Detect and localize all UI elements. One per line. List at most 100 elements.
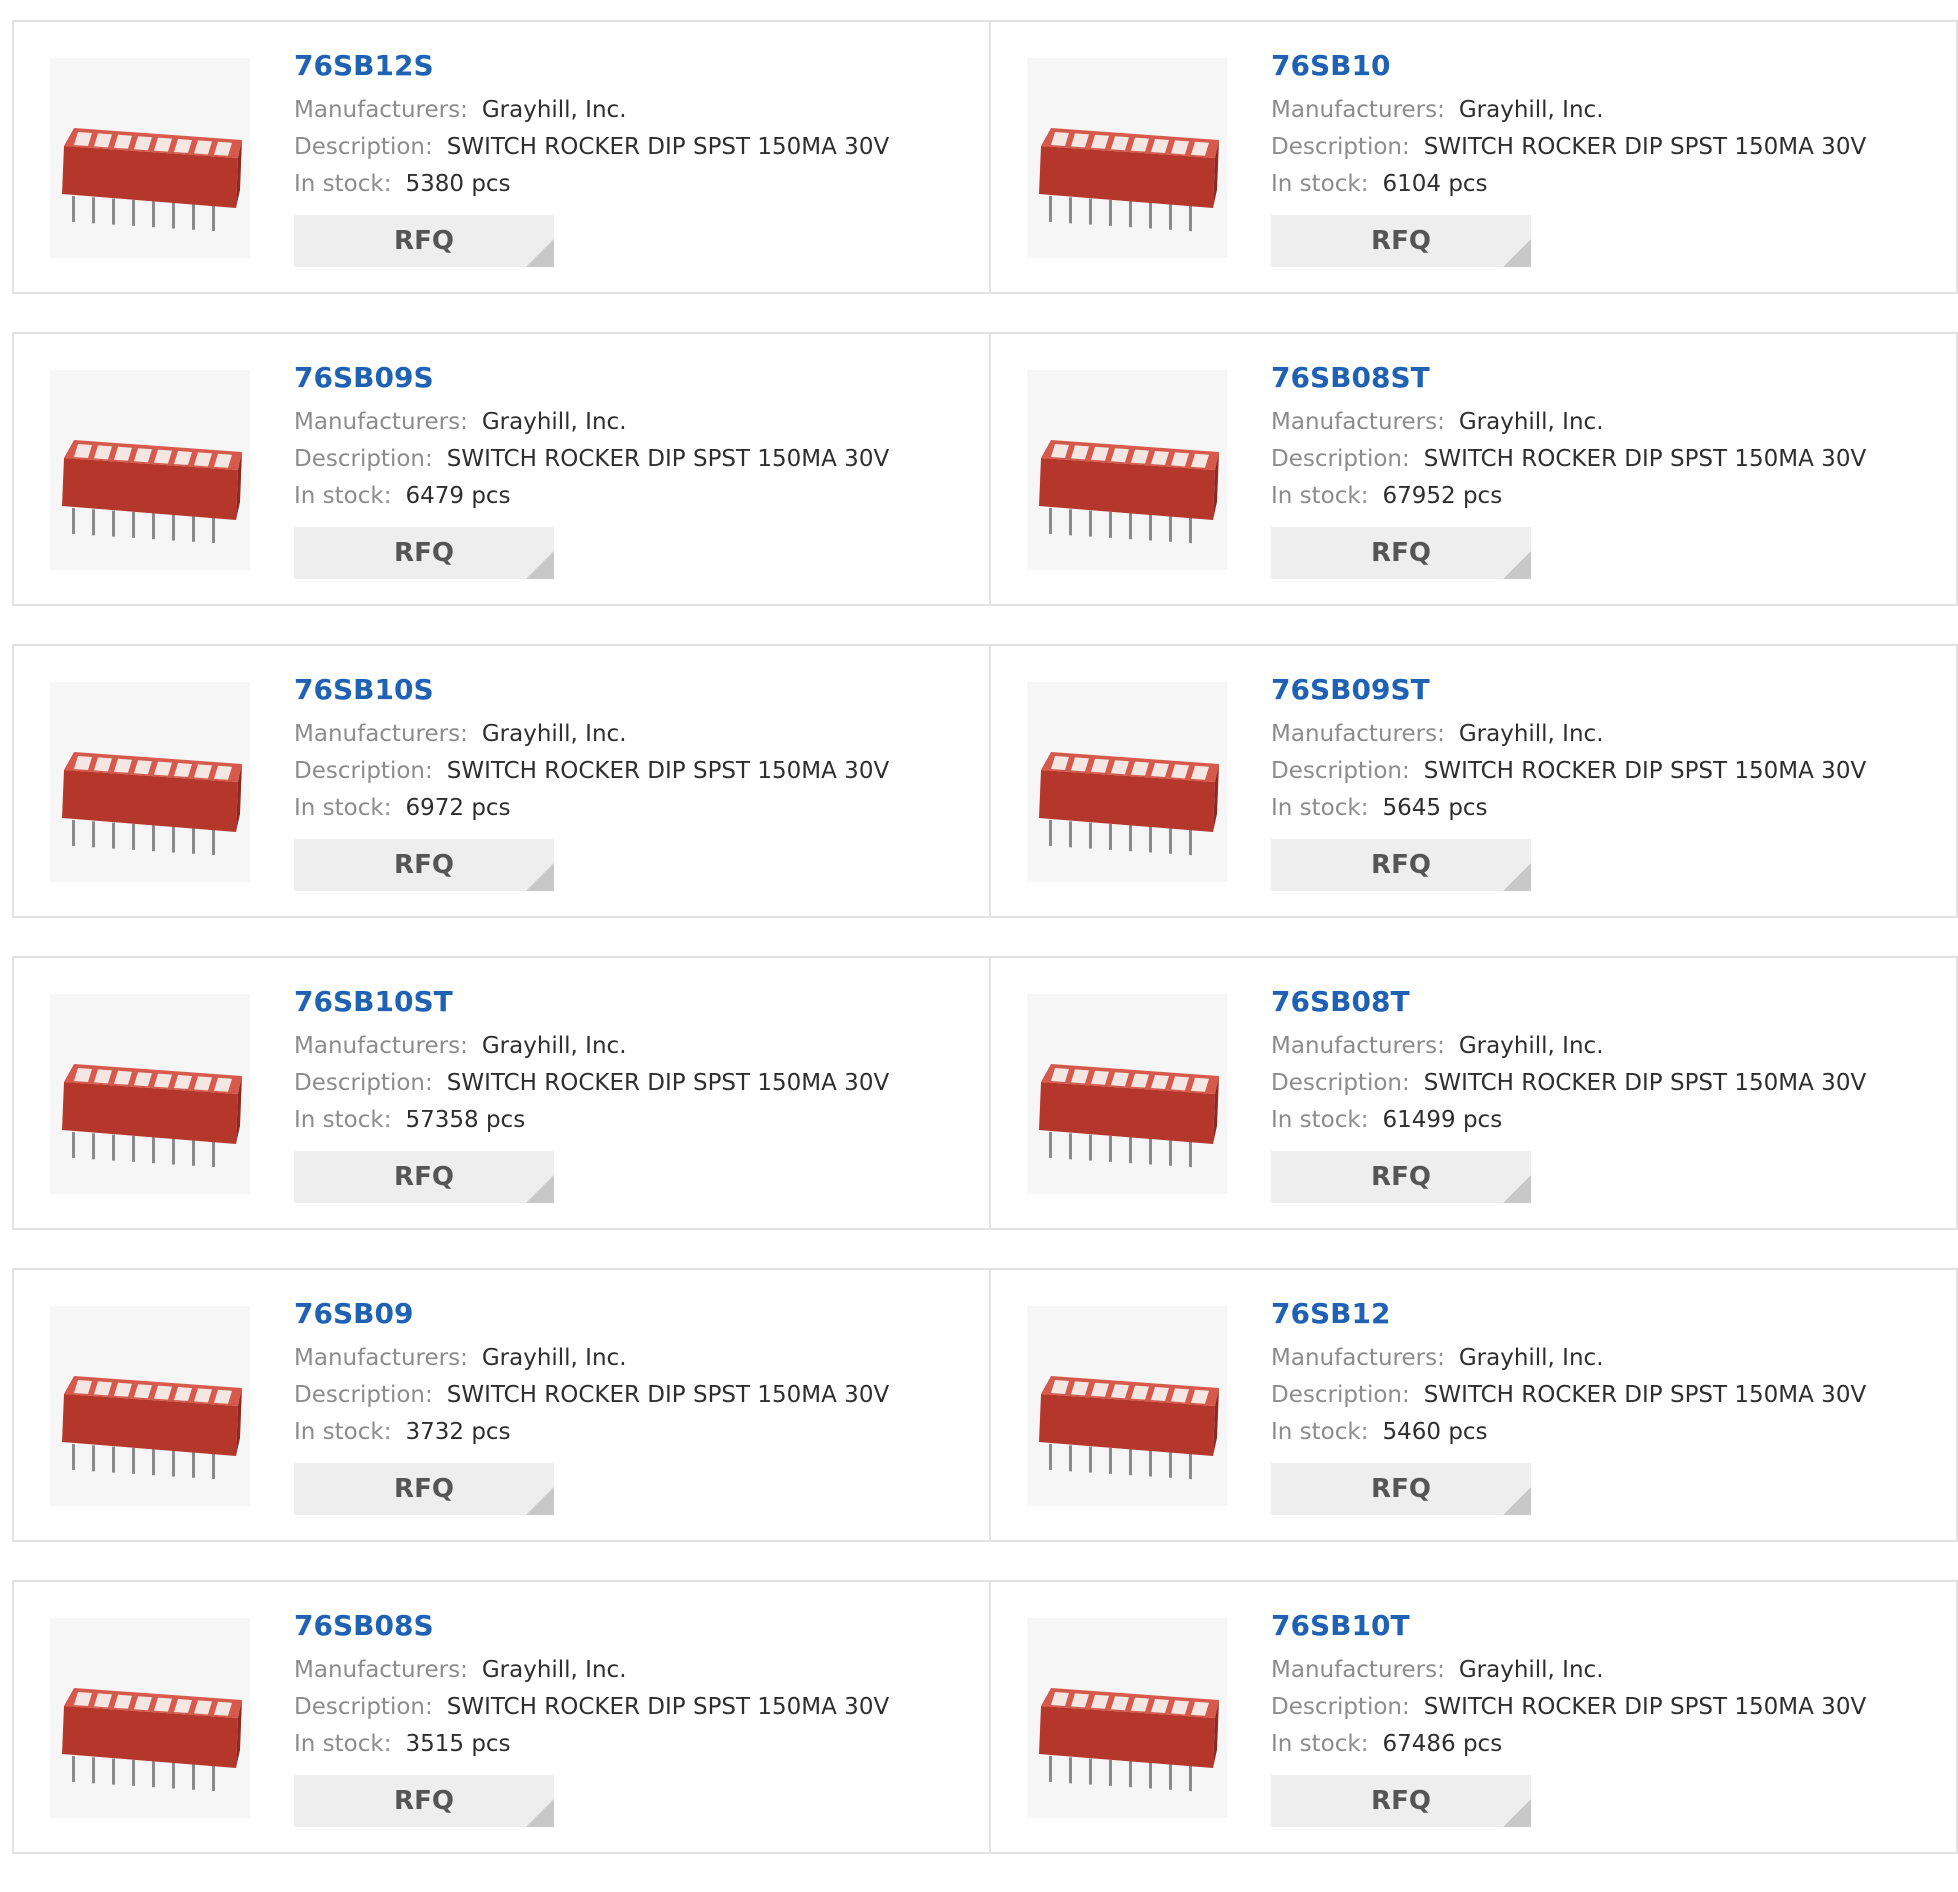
part-number-link[interactable]: 76SB08ST <box>1271 362 1866 394</box>
description-label: Description: <box>1271 1694 1410 1720</box>
stock-line: In stock: 67952 pcs <box>1271 478 1866 515</box>
description-line: Description: SWITCH ROCKER DIP SPST 150MA… <box>1271 441 1866 478</box>
part-number-link[interactable]: 76SB10S <box>294 674 889 706</box>
part-number-link[interactable]: 76SB08T <box>1271 986 1866 1018</box>
description-label: Description: <box>294 1070 433 1096</box>
manufacturer-value: Grayhill, Inc. <box>1458 409 1604 435</box>
part-number-link[interactable]: 76SB10T <box>1271 1610 1866 1642</box>
stock-value: 5380 pcs <box>405 171 511 197</box>
description-line: Description: SWITCH ROCKER DIP SPST 150MA… <box>1271 1377 1866 1414</box>
rfq-button[interactable]: RFQ <box>294 527 554 579</box>
manufacturer-value: Grayhill, Inc. <box>481 721 627 747</box>
description-value: SWITCH ROCKER DIP SPST 150MA 30V <box>446 134 890 160</box>
product-image[interactable] <box>50 1306 250 1506</box>
stock-value: 3515 pcs <box>405 1731 511 1757</box>
rfq-label: RFQ <box>394 1786 454 1816</box>
part-number-link[interactable]: 76SB08S <box>294 1610 889 1642</box>
manufacturer-line: Manufacturers: Grayhill, Inc. <box>1271 1028 1866 1065</box>
description-line: Description: SWITCH ROCKER DIP SPST 150MA… <box>294 129 889 166</box>
rfq-label: RFQ <box>1371 226 1431 256</box>
rfq-button[interactable]: RFQ <box>1271 215 1531 267</box>
manufacturers-label: Manufacturers: <box>1271 1345 1445 1371</box>
stock-line: In stock: 5460 pcs <box>1271 1414 1866 1451</box>
part-number-link[interactable]: 76SB10ST <box>294 986 889 1018</box>
rfq-label: RFQ <box>1371 538 1431 568</box>
product-row: 76SB09S Manufacturers: Grayhill, Inc. Des… <box>12 332 1958 606</box>
dip-switch-icon <box>62 1688 242 1792</box>
in-stock-label: In stock: <box>294 171 392 197</box>
rfq-button[interactable]: RFQ <box>294 839 554 891</box>
manufacturers-label: Manufacturers: <box>294 97 468 123</box>
manufacturer-value: Grayhill, Inc. <box>481 97 627 123</box>
rfq-button[interactable]: RFQ <box>1271 1775 1531 1827</box>
product-image[interactable] <box>50 682 250 882</box>
product-info: 76SB09ST Manufacturers: Grayhill, Inc. De… <box>1271 674 1866 891</box>
rfq-button[interactable]: RFQ <box>1271 1463 1531 1515</box>
rfq-button[interactable]: RFQ <box>1271 1151 1531 1203</box>
description-line: Description: SWITCH ROCKER DIP SPST 150MA… <box>294 1689 889 1726</box>
stock-line: In stock: 67486 pcs <box>1271 1726 1866 1763</box>
description-label: Description: <box>1271 1382 1410 1408</box>
rfq-button[interactable]: RFQ <box>1271 839 1531 891</box>
in-stock-label: In stock: <box>1271 171 1369 197</box>
stock-line: In stock: 5645 pcs <box>1271 790 1866 827</box>
corner-triangle-icon <box>526 1175 554 1203</box>
product-row: 76SB09 Manufacturers: Grayhill, Inc. Desc… <box>12 1268 1958 1542</box>
dip-switch-icon <box>62 1064 242 1168</box>
part-number-link[interactable]: 76SB09 <box>294 1298 889 1330</box>
product-image[interactable] <box>1027 370 1227 570</box>
product-image[interactable] <box>50 58 250 258</box>
description-label: Description: <box>1271 1070 1410 1096</box>
in-stock-label: In stock: <box>1271 795 1369 821</box>
in-stock-label: In stock: <box>1271 1419 1369 1445</box>
description-line: Description: SWITCH ROCKER DIP SPST 150MA… <box>294 753 889 790</box>
description-line: Description: SWITCH ROCKER DIP SPST 150MA… <box>1271 753 1866 790</box>
corner-triangle-icon <box>526 551 554 579</box>
rfq-label: RFQ <box>1371 1786 1431 1816</box>
rfq-button[interactable]: RFQ <box>1271 527 1531 579</box>
product-info: 76SB08T Manufacturers: Grayhill, Inc. Des… <box>1271 986 1866 1203</box>
product-image[interactable] <box>1027 1618 1227 1818</box>
dip-switch-icon <box>62 440 242 544</box>
manufacturer-line: Manufacturers: Grayhill, Inc. <box>294 1028 889 1065</box>
product-image[interactable] <box>1027 994 1227 1194</box>
description-line: Description: SWITCH ROCKER DIP SPST 150MA… <box>294 1377 889 1414</box>
manufacturer-value: Grayhill, Inc. <box>1458 721 1604 747</box>
rfq-button[interactable]: RFQ <box>294 1463 554 1515</box>
product-image[interactable] <box>50 1618 250 1818</box>
dip-switch-icon <box>1039 1688 1219 1792</box>
description-value: SWITCH ROCKER DIP SPST 150MA 30V <box>1423 1070 1867 1096</box>
part-number-link[interactable]: 76SB10 <box>1271 50 1866 82</box>
manufacturers-label: Manufacturers: <box>294 1657 468 1683</box>
rfq-button[interactable]: RFQ <box>294 1151 554 1203</box>
rfq-button[interactable]: RFQ <box>294 1775 554 1827</box>
part-number-link[interactable]: 76SB09S <box>294 362 889 394</box>
product-info: 76SB10ST Manufacturers: Grayhill, Inc. De… <box>294 986 889 1203</box>
manufacturer-line: Manufacturers: Grayhill, Inc. <box>294 1652 889 1689</box>
stock-value: 5645 pcs <box>1382 795 1488 821</box>
dip-switch-icon <box>1039 752 1219 856</box>
product-image[interactable] <box>50 994 250 1194</box>
description-line: Description: SWITCH ROCKER DIP SPST 150MA… <box>1271 129 1866 166</box>
part-number-link[interactable]: 76SB12S <box>294 50 889 82</box>
rfq-label: RFQ <box>394 538 454 568</box>
manufacturer-value: Grayhill, Inc. <box>1458 97 1604 123</box>
product-image[interactable] <box>50 370 250 570</box>
part-number-link[interactable]: 76SB12 <box>1271 1298 1866 1330</box>
corner-triangle-icon <box>526 239 554 267</box>
description-line: Description: SWITCH ROCKER DIP SPST 150MA… <box>1271 1065 1866 1102</box>
stock-value: 6972 pcs <box>405 795 511 821</box>
product-card: 76SB08T Manufacturers: Grayhill, Inc. Des… <box>991 956 1958 1230</box>
part-number-link[interactable]: 76SB09ST <box>1271 674 1866 706</box>
stock-value: 6479 pcs <box>405 483 511 509</box>
product-image[interactable] <box>1027 58 1227 258</box>
manufacturer-line: Manufacturers: Grayhill, Inc. <box>1271 716 1866 753</box>
manufacturer-value: Grayhill, Inc. <box>1458 1657 1604 1683</box>
product-info: 76SB08S Manufacturers: Grayhill, Inc. Des… <box>294 1610 889 1827</box>
rfq-button[interactable]: RFQ <box>294 215 554 267</box>
product-image[interactable] <box>1027 1306 1227 1506</box>
corner-triangle-icon <box>526 1487 554 1515</box>
product-row: 76SB10S Manufacturers: Grayhill, Inc. Des… <box>12 644 1958 918</box>
product-image[interactable] <box>1027 682 1227 882</box>
description-value: SWITCH ROCKER DIP SPST 150MA 30V <box>446 1382 890 1408</box>
